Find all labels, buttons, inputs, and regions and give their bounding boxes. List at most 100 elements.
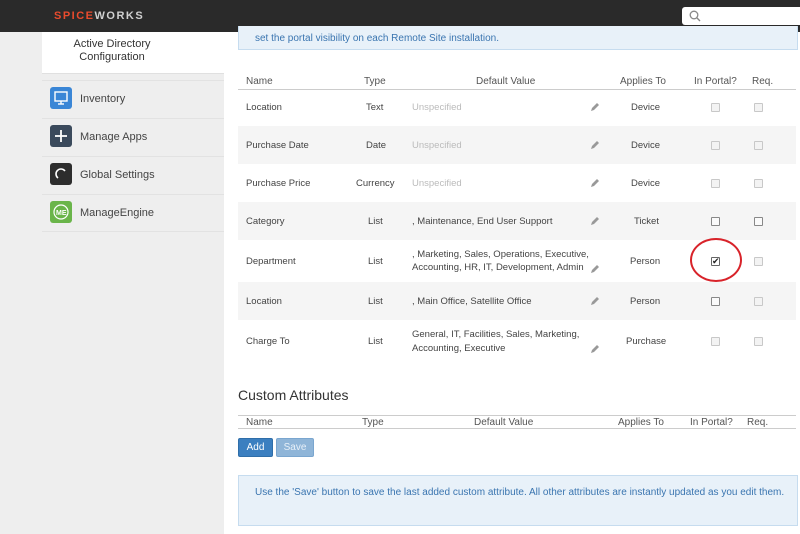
sidebar: Active Directory Configuration Inventory…: [0, 32, 224, 534]
required-checkbox[interactable]: [754, 103, 763, 112]
row-name: Department: [246, 256, 296, 267]
in-portal-checkbox[interactable]: [711, 179, 720, 188]
logo-part-1: SPICE: [54, 10, 95, 22]
in-portal-checkbox[interactable]: [711, 297, 720, 306]
row-name: Purchase Price: [246, 178, 311, 189]
row-type: Date: [366, 140, 387, 151]
spinner-icon: [50, 163, 72, 185]
save-info-box: Use the 'Save' button to save the last a…: [238, 475, 798, 526]
header-in-portal: In Portal?: [690, 417, 733, 428]
row-name: Purchase Date: [246, 140, 309, 151]
header-name: Name: [246, 76, 273, 87]
required-checkbox[interactable]: [754, 179, 763, 188]
table-row: Purchase Price Currency Unspecified Devi…: [238, 164, 796, 202]
required-checkbox[interactable]: [754, 141, 763, 150]
monitor-icon: [50, 87, 72, 109]
row-type: Text: [366, 102, 384, 113]
row-applies-to: Purchase: [626, 336, 667, 347]
row-default-value-line2[interactable]: Accounting, Executive: [412, 342, 505, 355]
pencil-icon[interactable]: [590, 178, 600, 188]
pencil-icon[interactable]: [590, 102, 600, 112]
row-name: Location: [246, 296, 282, 307]
row-type: List: [368, 256, 383, 267]
spiceworks-logo[interactable]: SPICEWORKS: [54, 10, 144, 22]
pencil-icon[interactable]: [590, 344, 600, 354]
sidebar-item-label: Global Settings: [80, 169, 155, 181]
row-applies-to: Device: [631, 178, 661, 189]
row-applies-to: Device: [631, 140, 661, 151]
row-applies-to: Person: [630, 256, 661, 267]
table-row: Location Text Unspecified Device: [238, 88, 796, 126]
sidebar-header-line2: Configuration: [79, 51, 145, 63]
table-row: Location List , Main Office, Satellite O…: [238, 282, 796, 320]
sidebar-item-inventory[interactable]: Inventory: [42, 80, 224, 118]
header-default-value: Default Value: [474, 417, 534, 428]
table-row: Purchase Date Date Unspecified Device: [238, 126, 796, 164]
row-default-value-line2[interactable]: Accounting, HR, IT, Development, Admin: [412, 261, 584, 274]
header-required: Req.: [747, 417, 769, 428]
row-default-value[interactable]: , Main Office, Satellite Office: [412, 296, 532, 307]
row-applies-to: Ticket: [634, 216, 659, 227]
required-checkbox[interactable]: [754, 217, 763, 226]
sidebar-item-manage-apps[interactable]: Manage Apps: [42, 118, 224, 156]
header-default-value: Default Value: [476, 76, 536, 87]
plus-icon: [50, 125, 72, 147]
in-portal-checkbox[interactable]: [711, 217, 720, 226]
table-row: Category List , Maintenance, End User Su…: [238, 202, 796, 240]
pencil-icon[interactable]: [590, 264, 600, 274]
row-type: List: [368, 296, 383, 307]
logo-part-2: WORKS: [94, 10, 145, 22]
sidebar-item-label: Inventory: [80, 93, 126, 105]
header-name: Name: [246, 417, 273, 428]
row-applies-to: Person: [630, 296, 661, 307]
row-default-value[interactable]: , Marketing, Sales, Operations, Executiv…: [412, 248, 589, 261]
row-type: Currency: [356, 178, 395, 189]
row-name: Category: [246, 216, 285, 227]
sidebar-item-label: ManageEngine: [80, 207, 155, 219]
row-name: Charge To: [246, 336, 290, 347]
row-type: List: [368, 336, 383, 347]
pencil-icon[interactable]: [590, 296, 600, 306]
sidebar-active-item[interactable]: Active Directory Configuration: [42, 32, 224, 74]
row-default-value[interactable]: General, IT, Facilities, Sales, Marketin…: [412, 328, 579, 341]
info-text: set the portal visibility on each Remote…: [255, 33, 500, 44]
save-button[interactable]: Save: [276, 438, 314, 457]
main-content: set the portal visibility on each Remote…: [224, 26, 800, 534]
table-row: Charge To List General, IT, Facilities, …: [238, 320, 796, 364]
manageengine-icon: ME: [50, 201, 72, 223]
sidebar-header-line1: Active Directory: [73, 38, 151, 50]
row-type: List: [368, 216, 383, 227]
save-info-text: Use the 'Save' button to save the last a…: [255, 487, 785, 498]
sidebar-item-global-settings[interactable]: Global Settings: [42, 156, 224, 194]
portal-visibility-info: set the portal visibility on each Remote…: [238, 26, 798, 50]
required-checkbox[interactable]: [754, 337, 763, 346]
row-name: Location: [246, 102, 282, 113]
in-portal-checkbox[interactable]: [711, 103, 720, 112]
header-type: Type: [364, 76, 386, 87]
required-checkbox[interactable]: [754, 257, 763, 266]
header-applies-to: Applies To: [620, 76, 666, 87]
header-required: Req.: [752, 76, 774, 87]
row-applies-to: Device: [631, 102, 661, 113]
custom-attributes-table-header: Name Type Default Value Applies To In Po…: [238, 415, 796, 429]
in-portal-checkbox[interactable]: [711, 337, 720, 346]
pencil-icon[interactable]: [590, 140, 600, 150]
row-default-value[interactable]: Unspecified: [412, 102, 462, 113]
required-checkbox[interactable]: [754, 297, 763, 306]
in-portal-checkbox[interactable]: [711, 141, 720, 150]
row-default-value[interactable]: , Maintenance, End User Support: [412, 216, 552, 227]
row-default-value[interactable]: Unspecified: [412, 178, 462, 189]
search-icon: [689, 10, 701, 22]
row-default-value[interactable]: Unspecified: [412, 140, 462, 151]
sidebar-item-label: Manage Apps: [80, 131, 148, 143]
header-in-portal: In Portal?: [694, 76, 737, 87]
custom-attributes-title: Custom Attributes: [238, 387, 349, 403]
add-button[interactable]: Add: [238, 438, 273, 457]
header-type: Type: [362, 417, 384, 428]
highlight-circle-annotation: [690, 238, 742, 282]
svg-text:ME: ME: [56, 210, 67, 217]
pencil-icon[interactable]: [590, 216, 600, 226]
search-input[interactable]: [682, 7, 800, 25]
sidebar-item-manageengine[interactable]: ME ManageEngine: [42, 194, 224, 232]
header-applies-to: Applies To: [618, 417, 664, 428]
